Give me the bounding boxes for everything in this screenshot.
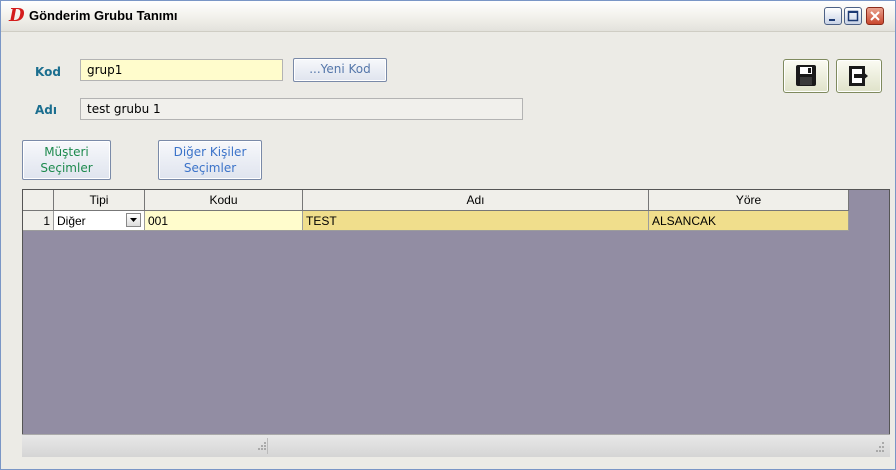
status-bar [22,434,890,457]
table-row[interactable]: 1 Diğer 001 TEST ALSANCAK [23,211,849,231]
dropdown-arrow-icon[interactable] [126,213,141,227]
yore-cell[interactable]: ALSANCAK [649,211,849,231]
exit-button[interactable] [836,59,882,93]
adi-cell[interactable]: TEST [303,211,649,231]
main-window: D Gönderim Grubu Tanımı Kod grup1 ...Yen… [0,0,896,470]
grid-header-yore[interactable]: Yöre [649,190,849,210]
floppy-disk-icon [796,65,816,86]
diger-kisiler-line2: Seçimler [183,161,237,175]
recipients-grid: Tipi Kodu Adı Yöre 1 Diğer 001 TEST ALSA… [22,189,890,457]
grid-header: Tipi Kodu Adı Yöre [23,190,849,211]
musteri-secimler-line2: Seçimler [40,161,93,175]
grid-header-rownum [23,190,54,210]
maximize-button[interactable] [844,7,862,25]
window-title: Gönderim Grubu Tanımı [29,8,178,23]
adi-label: Adı [35,103,57,117]
yeni-kod-button[interactable]: ...Yeni Kod [293,58,387,82]
close-button[interactable] [866,7,884,25]
kod-label: Kod [35,65,61,79]
musteri-secimler-button[interactable]: Müşteri Seçimler [22,140,111,180]
tipi-value: Diğer [57,214,86,228]
musteri-secimler-line1: Müşteri [44,145,89,159]
app-logo-icon: D [9,5,25,26]
kodu-cell[interactable]: 001 [145,211,303,231]
adi-input[interactable]: test grubu 1 [80,98,523,120]
resize-grip-icon[interactable] [258,440,268,455]
kod-input[interactable]: grup1 [80,59,283,81]
maximize-icon [847,10,859,22]
row-number: 1 [23,211,54,231]
grid-header-kodu[interactable]: Kodu [145,190,303,210]
minimize-button[interactable] [824,7,842,25]
grid-header-adi[interactable]: Adı [303,190,649,210]
window-resize-grip-icon[interactable] [874,440,886,457]
tipi-select[interactable]: Diğer [54,211,145,231]
save-button[interactable] [783,59,829,93]
minimize-icon [829,19,835,21]
title-bar: D Gönderim Grubu Tanımı [1,1,895,32]
status-panel-1 [22,438,268,454]
grid-header-tipi[interactable]: Tipi [54,190,145,210]
exit-door-icon [849,66,868,86]
diger-kisiler-secimler-button[interactable]: Diğer Kişiler Seçimler [158,140,262,180]
close-icon [870,11,880,21]
diger-kisiler-line1: Diğer Kişiler [173,145,247,159]
